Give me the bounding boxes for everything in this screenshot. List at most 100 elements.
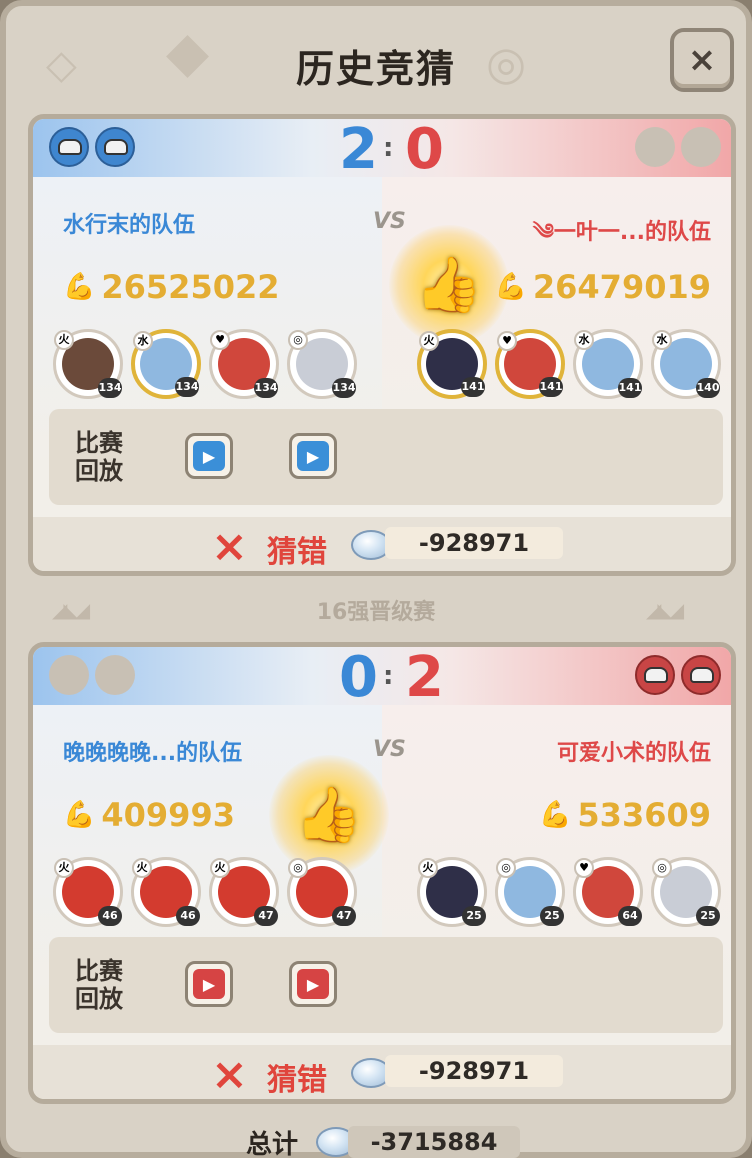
wrong-icon: × bbox=[211, 521, 248, 572]
empty-badge-icon bbox=[635, 127, 675, 167]
element-icon: ◎ bbox=[496, 858, 516, 878]
hero-avatar[interactable]: ◎ 25 bbox=[651, 857, 721, 927]
empty-badge-icon bbox=[681, 127, 721, 167]
vs-label: VS bbox=[373, 737, 406, 762]
play-icon: ▶ bbox=[306, 974, 320, 994]
right-heroes: 火 141 ♥ 141 水 141 水 140 bbox=[417, 329, 721, 399]
left-team-name: 水行末的队伍 bbox=[63, 213, 196, 238]
total-amount: -3715884 bbox=[348, 1126, 520, 1158]
element-icon: 水 bbox=[133, 331, 153, 351]
empty-badge-icon bbox=[95, 655, 135, 695]
hero-level: 25 bbox=[696, 906, 720, 926]
score-bar bbox=[33, 647, 731, 705]
element-icon: 火 bbox=[210, 858, 230, 878]
hero-avatar[interactable]: 水 140 bbox=[651, 329, 721, 399]
element-icon: 火 bbox=[418, 858, 438, 878]
history-guess-panel: ◇ ◆ ◎ 历史竞猜 × 2 : 0 水行末的队伍 VS ༄一叶一...的队伍 … bbox=[0, 0, 752, 1158]
close-button[interactable]: × bbox=[670, 28, 734, 92]
hero-level: 140 bbox=[696, 378, 720, 398]
score-colon: : bbox=[383, 133, 394, 163]
element-icon: 火 bbox=[54, 330, 74, 350]
hero-avatar[interactable]: 火 25 bbox=[417, 857, 487, 927]
page-title: 历史竞猜 bbox=[295, 47, 456, 91]
score-left: 2 bbox=[339, 117, 378, 182]
element-icon: 水 bbox=[652, 330, 672, 350]
replay-round-1-button[interactable]: ▶ bbox=[185, 433, 233, 479]
play-icon: ▶ bbox=[202, 974, 216, 994]
header: ◇ ◆ ◎ 历史竞猜 × bbox=[6, 6, 746, 106]
play-icon: ▶ bbox=[202, 446, 216, 466]
round-label: 16强晋级赛 bbox=[316, 600, 436, 625]
hero-avatar[interactable]: ◎ 47 bbox=[287, 857, 357, 927]
element-icon: ◎ bbox=[652, 858, 672, 878]
hero-avatar[interactable]: 水 134 bbox=[131, 329, 201, 399]
win-badge-icon bbox=[95, 127, 135, 167]
arm-icon: 💪 bbox=[539, 800, 572, 830]
hero-level: 141 bbox=[461, 377, 485, 397]
arm-icon: 💪 bbox=[63, 800, 96, 830]
right-power: 💪 26479019 bbox=[495, 268, 712, 306]
thumbs-up-icon: 👍 bbox=[389, 225, 509, 345]
hero-avatar[interactable]: ♥ 64 bbox=[573, 857, 643, 927]
element-icon: 水 bbox=[574, 330, 594, 350]
arm-icon: 💪 bbox=[63, 272, 96, 302]
hero-level: 134 bbox=[175, 377, 199, 397]
hero-avatar[interactable]: 火 46 bbox=[53, 857, 123, 927]
hero-level: 134 bbox=[332, 378, 356, 398]
hero-avatar[interactable]: 火 141 bbox=[417, 329, 487, 399]
thumb-glyph: 👍 bbox=[295, 783, 363, 846]
replay-panel: 比赛回放 ▶ ▶ bbox=[49, 937, 723, 1033]
right-team-name: ༄一叶一...的队伍 bbox=[532, 220, 711, 245]
hero-avatar[interactable]: ◎ 134 bbox=[287, 329, 357, 399]
hero-avatar[interactable]: 火 134 bbox=[53, 329, 123, 399]
replay-label: 比赛回放 bbox=[75, 429, 123, 485]
bet-amount: -928971 bbox=[385, 1055, 563, 1087]
right-power: 💪 533609 bbox=[539, 796, 711, 834]
win-badge-icon bbox=[635, 655, 675, 695]
wrong-icon: × bbox=[211, 1049, 248, 1100]
left-power: 💪 409993 bbox=[63, 796, 235, 834]
element-icon: 火 bbox=[419, 331, 439, 351]
replay-round-1-button[interactable]: ▶ bbox=[185, 961, 233, 1007]
hero-avatar[interactable]: 火 46 bbox=[131, 857, 201, 927]
hero-level: 46 bbox=[98, 906, 122, 926]
hero-avatar[interactable]: 水 141 bbox=[573, 329, 643, 399]
match-card: 2 : 0 水行末的队伍 VS ༄一叶一...的队伍 💪 26525022 💪 … bbox=[28, 114, 736, 576]
hero-avatar[interactable]: ♥ 141 bbox=[495, 329, 565, 399]
element-icon: 火 bbox=[54, 858, 74, 878]
replay-round-2-button[interactable]: ▶ bbox=[289, 961, 337, 1007]
hero-level: 25 bbox=[540, 906, 564, 926]
vs-label: VS bbox=[373, 209, 406, 234]
empty-badge-icon bbox=[49, 655, 89, 695]
score-right: 0 bbox=[405, 117, 444, 182]
win-badge-icon bbox=[681, 655, 721, 695]
hero-level: 64 bbox=[618, 906, 642, 926]
replay-panel: 比赛回放 ▶ ▶ bbox=[49, 409, 723, 505]
right-team-name: 可爱小术的队伍 bbox=[556, 741, 711, 766]
round-divider: ◢◣◢ 16强晋级赛 ◢◣◢ bbox=[6, 590, 746, 630]
chevron-icon: ◢◣◢ bbox=[646, 598, 684, 622]
total-label: 总计 bbox=[246, 1130, 299, 1158]
hero-avatar[interactable]: ♥ 134 bbox=[209, 329, 279, 399]
bet-amount: -928971 bbox=[385, 527, 563, 559]
win-badge-icon bbox=[49, 127, 89, 167]
thumb-glyph: 👍 bbox=[415, 253, 483, 316]
left-power-value: 409993 bbox=[101, 796, 235, 834]
element-icon: ◎ bbox=[288, 858, 308, 878]
left-heroes: 火 134 水 134 ♥ 134 ◎ 134 bbox=[53, 329, 357, 399]
replay-label: 比赛回放 bbox=[75, 957, 123, 1013]
replay-round-2-button[interactable]: ▶ bbox=[289, 433, 337, 479]
hero-level: 134 bbox=[254, 378, 278, 398]
hero-level: 47 bbox=[254, 906, 278, 926]
score-bar bbox=[33, 119, 731, 177]
result-bar: × 猜错 -928971 bbox=[33, 517, 731, 572]
hero-avatar[interactable]: ◎ 25 bbox=[495, 857, 565, 927]
element-icon: 火 bbox=[132, 858, 152, 878]
left-team-name: 晚晚晚晚...的队伍 bbox=[63, 741, 243, 766]
match-card: 0 : 2 晚晚晚晚...的队伍 VS 可爱小术的队伍 💪 409993 💪 5… bbox=[28, 642, 736, 1104]
hero-avatar[interactable]: 火 47 bbox=[209, 857, 279, 927]
score-left: 0 bbox=[339, 645, 378, 710]
element-icon: ♥ bbox=[497, 331, 517, 351]
hero-level: 141 bbox=[539, 377, 563, 397]
element-icon: ♥ bbox=[574, 858, 594, 878]
